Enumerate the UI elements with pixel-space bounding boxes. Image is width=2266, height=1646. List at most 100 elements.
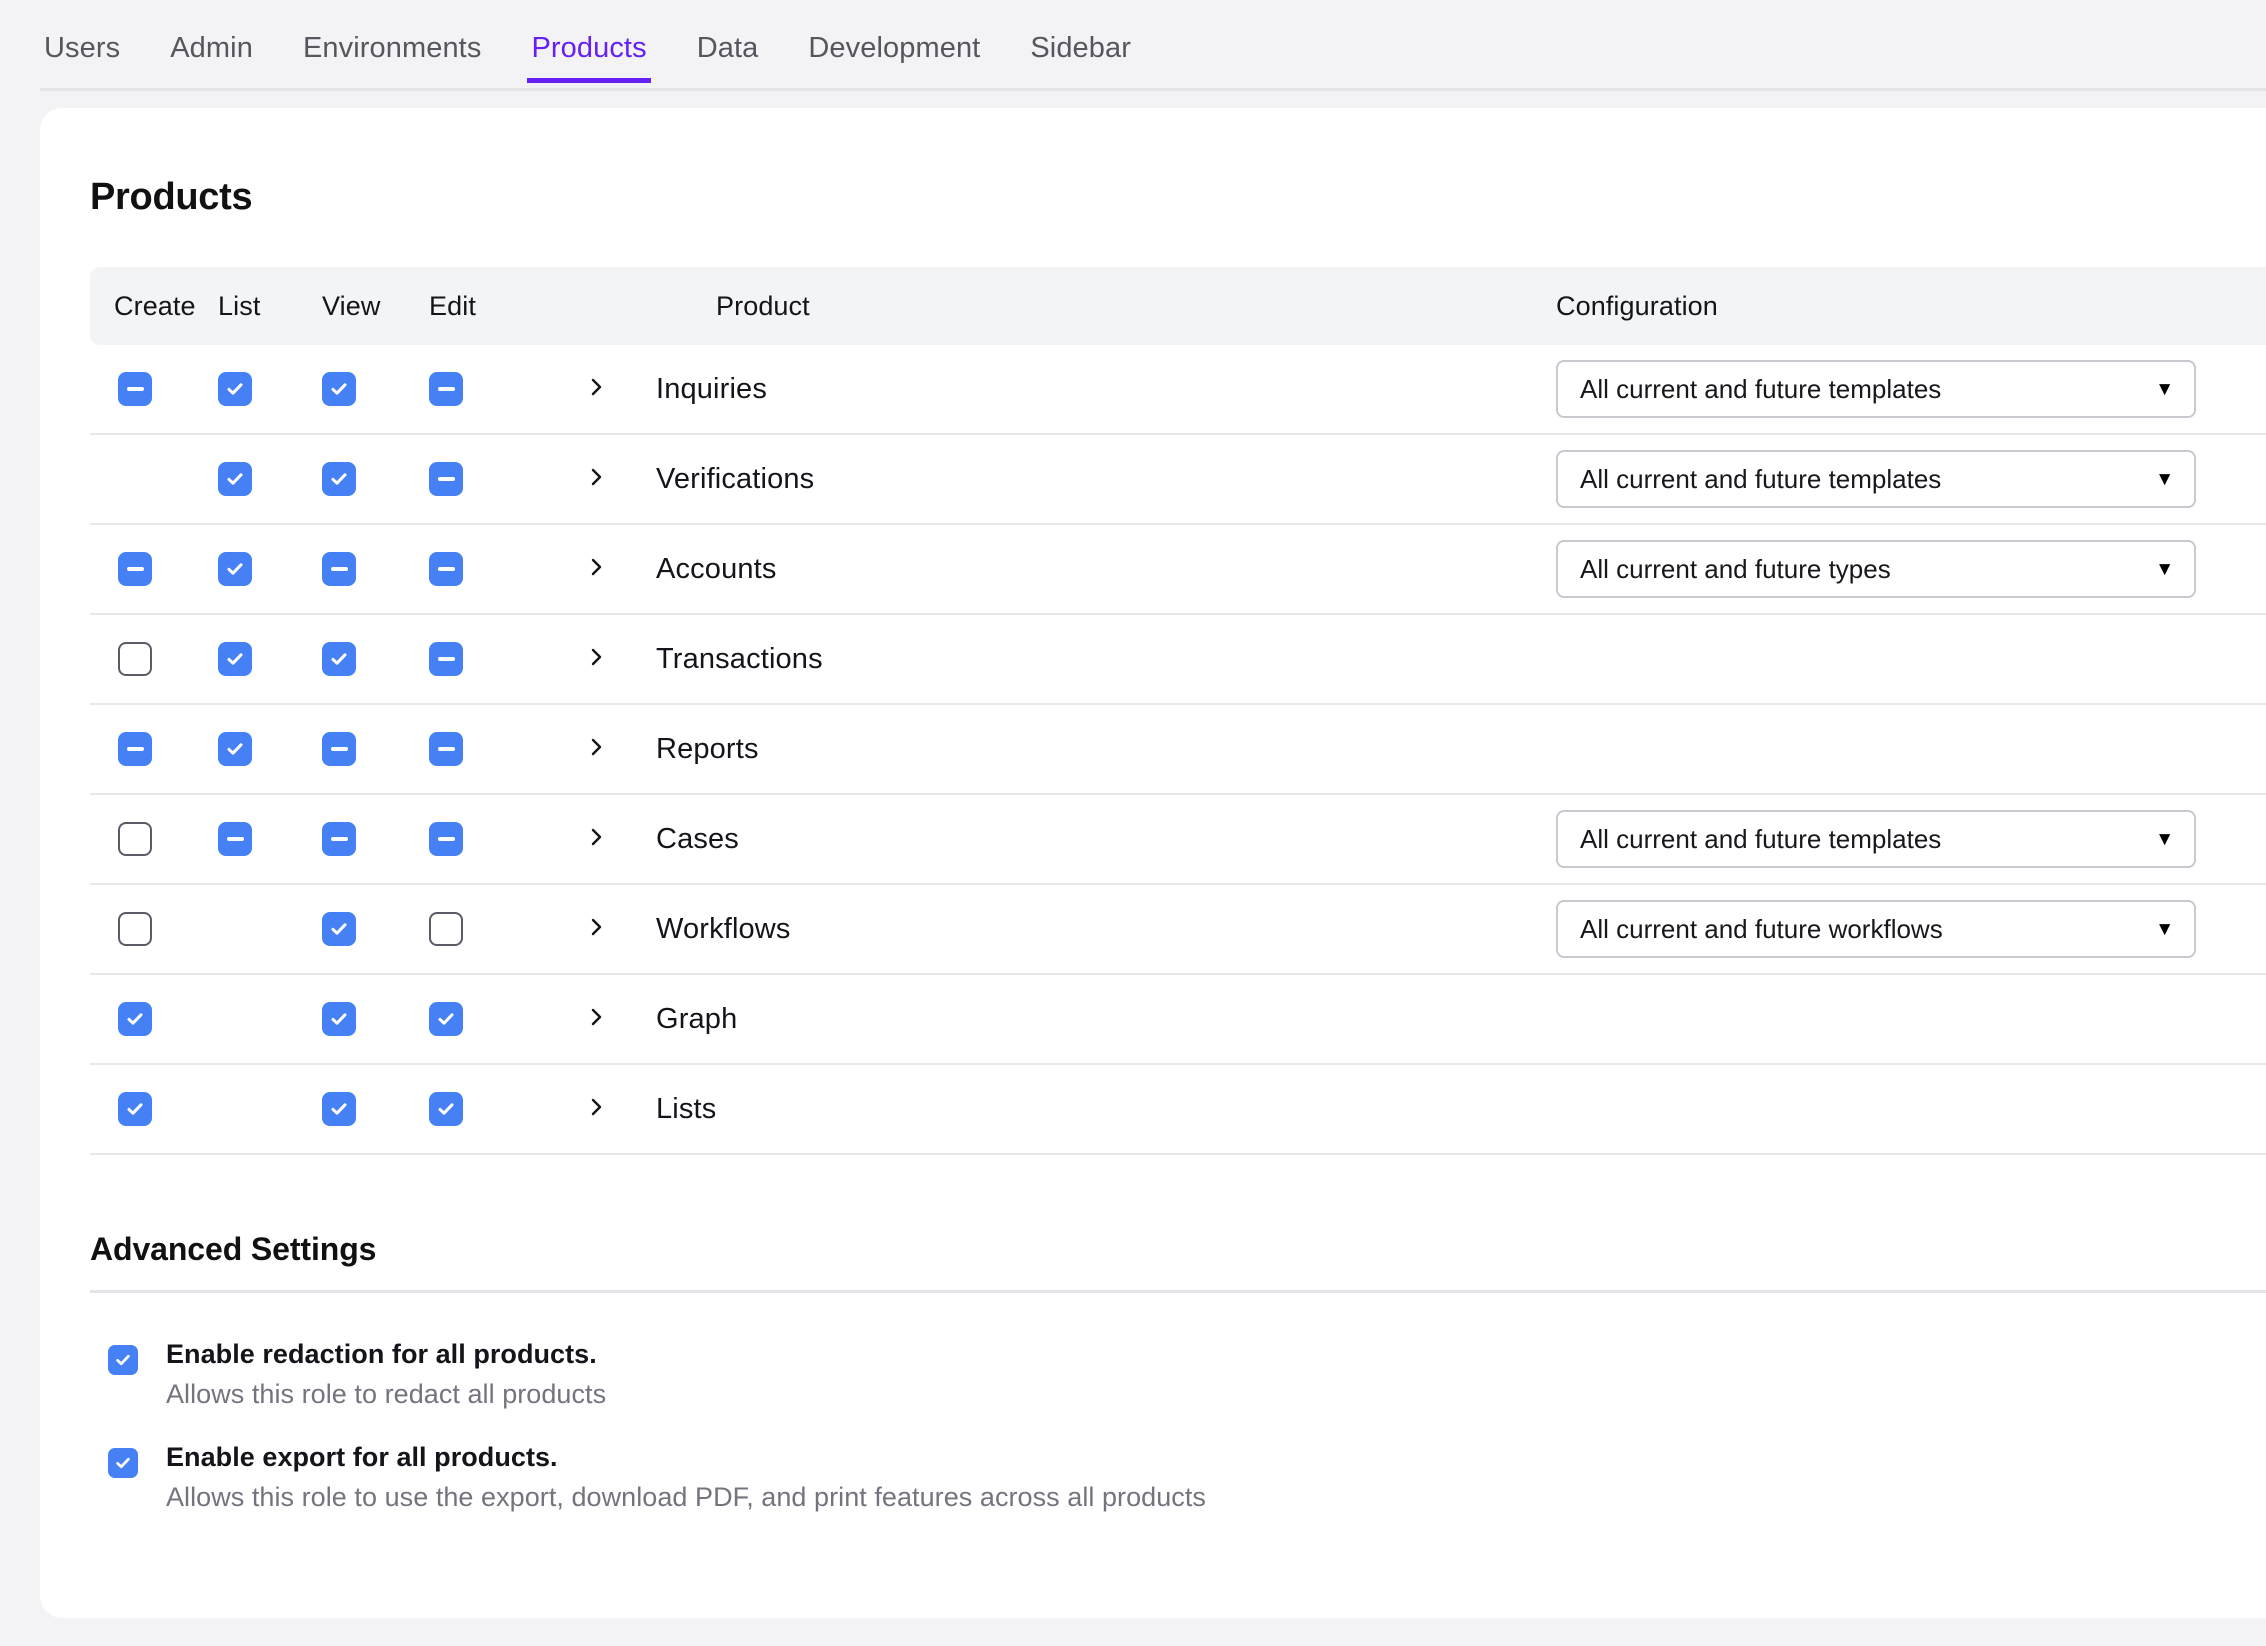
configuration-empty bbox=[1556, 1080, 2196, 1138]
checkbox-edit-lists-checked[interactable] bbox=[429, 1092, 463, 1126]
tab-data[interactable]: Data bbox=[693, 0, 763, 63]
checkbox-edit-reports-indeterminate[interactable] bbox=[429, 732, 463, 766]
cell-product-reports: Reports bbox=[626, 733, 1556, 766]
tab-products[interactable]: Products bbox=[527, 0, 651, 83]
checkbox-edit-accounts-indeterminate[interactable] bbox=[429, 552, 463, 586]
expand-row-transactions[interactable] bbox=[566, 645, 626, 674]
expand-row-reports[interactable] bbox=[566, 735, 626, 764]
product-name: Graph bbox=[656, 1002, 738, 1035]
configuration-dropdown-cases[interactable]: All current and future templates ▼ bbox=[1556, 810, 2196, 868]
expand-row-lists[interactable] bbox=[566, 1095, 626, 1124]
checkbox-view-graph-checked[interactable] bbox=[322, 1002, 356, 1036]
cell-configuration-reports bbox=[1556, 720, 2266, 778]
chevron-right-icon bbox=[584, 555, 608, 584]
checkbox-edit-cases-indeterminate[interactable] bbox=[429, 822, 463, 856]
checkbox-edit-graph-checked[interactable] bbox=[429, 1002, 463, 1036]
tab-label: Environments bbox=[302, 32, 482, 64]
configuration-dropdown-accounts[interactable]: All current and future types ▼ bbox=[1556, 540, 2196, 598]
checkbox-edit-workflows-unchecked[interactable] bbox=[429, 912, 463, 946]
checkbox-create-cases-unchecked[interactable] bbox=[118, 822, 152, 856]
product-name: Inquiries bbox=[656, 372, 767, 405]
checkbox-create-lists-checked[interactable] bbox=[118, 1092, 152, 1126]
checkbox-create-workflows-unchecked[interactable] bbox=[118, 912, 152, 946]
tab-label: Users bbox=[44, 32, 121, 64]
checkbox-edit-transactions-indeterminate[interactable] bbox=[429, 642, 463, 676]
checkbox-create-transactions-unchecked[interactable] bbox=[118, 642, 152, 676]
checkbox-view-reports-indeterminate[interactable] bbox=[322, 732, 356, 766]
product-name: Reports bbox=[656, 732, 759, 765]
checkbox-edit-inquiries-indeterminate[interactable] bbox=[429, 372, 463, 406]
column-header-configuration: Configuration bbox=[1556, 290, 1718, 321]
chevron-down-icon: ▼ bbox=[2155, 558, 2174, 580]
expand-row-accounts[interactable] bbox=[566, 555, 626, 584]
checkbox-view-workflows-checked[interactable] bbox=[322, 912, 356, 946]
checkbox-list-accounts-checked[interactable] bbox=[218, 552, 252, 586]
chevron-right-icon bbox=[584, 915, 608, 944]
cell-create-lists bbox=[90, 1092, 196, 1126]
expand-row-verifications[interactable] bbox=[566, 465, 626, 494]
configuration-empty bbox=[1556, 990, 2196, 1048]
checkbox-view-transactions-checked[interactable] bbox=[322, 642, 356, 676]
checkbox-create-inquiries-indeterminate[interactable] bbox=[118, 372, 152, 406]
cell-configuration-accounts: All current and future types ▼ bbox=[1556, 540, 2266, 598]
cell-edit-reports bbox=[406, 732, 566, 766]
products-panel: Products Create List View Edit Product C… bbox=[40, 108, 2266, 1618]
expand-row-cases[interactable] bbox=[566, 825, 626, 854]
chevron-right-icon bbox=[584, 375, 608, 404]
advanced-setting-checkbox-1[interactable] bbox=[108, 1448, 138, 1478]
cell-view-graph bbox=[301, 1002, 406, 1036]
checkbox-create-accounts-indeterminate[interactable] bbox=[118, 552, 152, 586]
configuration-dropdown-verifications[interactable]: All current and future templates ▼ bbox=[1556, 450, 2196, 508]
checkbox-list-inquiries-checked[interactable] bbox=[218, 372, 252, 406]
expand-row-workflows[interactable] bbox=[566, 915, 626, 944]
checkbox-list-transactions-checked[interactable] bbox=[218, 642, 252, 676]
checkbox-list-cases-indeterminate[interactable] bbox=[218, 822, 252, 856]
configuration-dropdown-workflows[interactable]: All current and future workflows ▼ bbox=[1556, 900, 2196, 958]
checkbox-view-accounts-indeterminate[interactable] bbox=[322, 552, 356, 586]
checkbox-list-verifications-checked[interactable] bbox=[218, 462, 252, 496]
checkbox-create-reports-indeterminate[interactable] bbox=[118, 732, 152, 766]
cell-configuration-workflows: All current and future workflows ▼ bbox=[1556, 900, 2266, 958]
tab-users[interactable]: Users bbox=[40, 0, 124, 63]
chevron-right-icon bbox=[584, 645, 608, 674]
advanced-setting-item: Enable export for all products. Allows th… bbox=[90, 1442, 2266, 1513]
checkbox-list-graph-absent bbox=[218, 1002, 252, 1036]
column-header-view: View bbox=[322, 290, 381, 321]
configuration-dropdown-inquiries[interactable]: All current and future templates ▼ bbox=[1556, 360, 2196, 418]
tab-label: Admin bbox=[170, 32, 253, 64]
column-header-create: Create bbox=[114, 290, 196, 321]
cell-product-verifications: Verifications bbox=[626, 463, 1556, 496]
chevron-right-icon bbox=[584, 825, 608, 854]
cell-create-transactions bbox=[90, 642, 196, 676]
checkbox-edit-verifications-indeterminate[interactable] bbox=[429, 462, 463, 496]
product-name: Workflows bbox=[656, 912, 791, 945]
table-row: Verifications All current and future temp… bbox=[90, 435, 2266, 525]
checkbox-view-cases-indeterminate[interactable] bbox=[322, 822, 356, 856]
chevron-right-icon bbox=[584, 465, 608, 494]
checkbox-view-lists-checked[interactable] bbox=[322, 1092, 356, 1126]
configuration-empty bbox=[1556, 720, 2196, 778]
advanced-setting-item: Enable redaction for all products. Allows… bbox=[90, 1339, 2266, 1410]
checkbox-view-verifications-checked[interactable] bbox=[322, 462, 356, 496]
tab-sidebar[interactable]: Sidebar bbox=[1026, 0, 1135, 63]
cell-view-accounts bbox=[301, 552, 406, 586]
page-title: Products bbox=[90, 176, 253, 218]
cell-edit-lists bbox=[406, 1092, 566, 1126]
tab-environments[interactable]: Environments bbox=[299, 0, 486, 63]
tab-development[interactable]: Development bbox=[804, 0, 984, 63]
cell-list-inquiries bbox=[196, 372, 301, 406]
tab-label: Products bbox=[531, 32, 647, 64]
tab-admin[interactable]: Admin bbox=[166, 0, 257, 63]
tab-navigation: Users Admin Environments Products Data Develo… bbox=[0, 0, 2266, 91]
checkbox-list-reports-checked[interactable] bbox=[218, 732, 252, 766]
product-name: Cases bbox=[656, 822, 739, 855]
advanced-setting-checkbox-0[interactable] bbox=[108, 1345, 138, 1375]
expand-row-inquiries[interactable] bbox=[566, 375, 626, 404]
configuration-dropdown-value: All current and future workflows bbox=[1580, 913, 1943, 944]
checkbox-view-inquiries-checked[interactable] bbox=[322, 372, 356, 406]
checkbox-create-graph-checked[interactable] bbox=[118, 1002, 152, 1036]
cell-edit-accounts bbox=[406, 552, 566, 586]
chevron-down-icon: ▼ bbox=[2155, 378, 2174, 400]
expand-row-graph[interactable] bbox=[566, 1005, 626, 1034]
advanced-setting-label: Enable export for all products. bbox=[166, 1442, 558, 1472]
